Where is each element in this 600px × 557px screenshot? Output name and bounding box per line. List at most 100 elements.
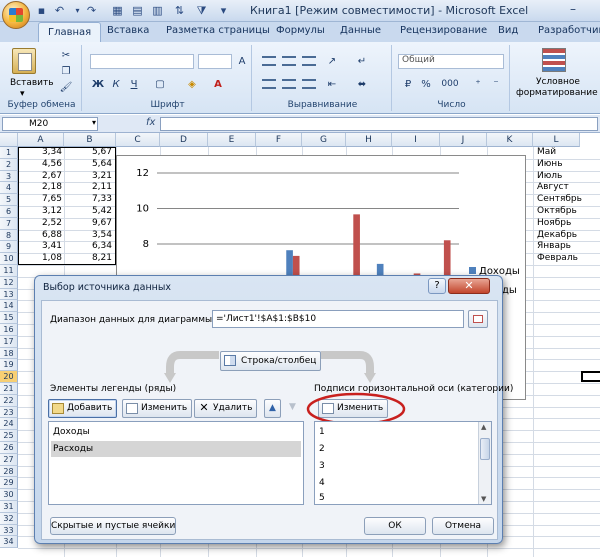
row-header-24[interactable]: 24: [0, 418, 18, 431]
column-header-K[interactable]: K: [487, 133, 533, 147]
axis-item[interactable]: 5: [317, 490, 477, 506]
grid-icon[interactable]: ▤: [130, 3, 145, 18]
row-header-34[interactable]: 34: [0, 536, 18, 549]
help-button[interactable]: ?: [428, 278, 446, 294]
tab-page-layout[interactable]: Разметка страницы: [166, 25, 270, 36]
row-header-12[interactable]: 12: [0, 276, 18, 289]
qat-customize-icon[interactable]: ▾: [216, 3, 231, 18]
column-header-L[interactable]: L: [533, 133, 580, 147]
undo-dropdown-icon[interactable]: ▾: [70, 3, 85, 18]
axis-item[interactable]: 2: [317, 441, 477, 457]
axis-item[interactable]: 1: [317, 424, 477, 440]
column-header-E[interactable]: E: [208, 133, 256, 147]
tab-developer[interactable]: Разработчик: [538, 25, 600, 36]
edit-series-button[interactable]: Изменить: [122, 399, 193, 418]
column-header-H[interactable]: H: [346, 133, 392, 147]
column-header-J[interactable]: J: [440, 133, 487, 147]
hidden-empty-cells-button[interactable]: Скрытые и пустые ячейки: [50, 517, 176, 535]
cell-L10[interactable]: Февраль: [537, 253, 578, 263]
increase-decimal-icon[interactable]: ⁺: [470, 77, 486, 92]
move-up-icon[interactable]: ▲: [264, 399, 281, 418]
cell-L5[interactable]: Сентябрь: [537, 194, 582, 204]
align-top-icon[interactable]: [262, 56, 276, 66]
indent-icon[interactable]: ⇤: [324, 77, 340, 92]
row-header-21[interactable]: 21: [0, 383, 18, 395]
grow-font-icon[interactable]: A: [234, 54, 250, 69]
fill-color-icon[interactable]: ◈: [184, 77, 200, 92]
tab-view[interactable]: Вид: [498, 25, 518, 36]
cancel-button[interactable]: Отмена: [432, 517, 494, 535]
tab-formulas[interactable]: Формулы: [276, 25, 325, 36]
row-header-30[interactable]: 30: [0, 489, 18, 501]
move-down-icon[interactable]: ▼: [284, 399, 301, 418]
row-header-26[interactable]: 26: [0, 442, 18, 454]
copy-icon[interactable]: ❐: [58, 64, 74, 79]
name-box-dropdown-icon[interactable]: ▾: [92, 118, 96, 127]
align-left-icon[interactable]: [262, 79, 276, 89]
percent-button[interactable]: %: [418, 77, 434, 92]
align-right-icon[interactable]: [302, 79, 316, 89]
row-header-15[interactable]: 15: [0, 312, 18, 324]
cut-icon[interactable]: ✂: [58, 48, 74, 63]
column-header-A[interactable]: A: [18, 133, 64, 147]
column-header-B[interactable]: B: [64, 133, 116, 147]
column-header-D[interactable]: D: [160, 133, 208, 147]
row-header-11[interactable]: 11: [0, 265, 18, 277]
collapse-dialog-button[interactable]: [468, 310, 488, 328]
cond-format-label-1[interactable]: Условное: [536, 77, 580, 87]
tab-insert[interactable]: Вставка: [107, 25, 149, 36]
axis-list-scrollbar[interactable]: ▲ ▼: [478, 422, 491, 504]
cell-L2[interactable]: Июнь: [537, 159, 563, 169]
cell-L9[interactable]: Январь: [537, 241, 571, 251]
paste-label[interactable]: Вставить: [10, 78, 54, 88]
align-center-icon[interactable]: [282, 79, 296, 89]
active-cell[interactable]: [581, 371, 600, 382]
scroll-thumb[interactable]: [480, 438, 490, 460]
tab-review[interactable]: Рецензирование: [400, 25, 487, 36]
add-series-button[interactable]: Добавить: [48, 399, 118, 418]
row-header-29[interactable]: 29: [0, 477, 18, 490]
tab-home[interactable]: Главная: [38, 22, 102, 43]
format-painter-icon[interactable]: 🖌: [58, 80, 74, 95]
cell-L4[interactable]: Август: [537, 182, 569, 192]
row-header-25[interactable]: 25: [0, 430, 18, 442]
sort-icon[interactable]: ⇅: [172, 3, 187, 18]
orientation-icon[interactable]: ↗: [324, 54, 340, 69]
borders-icon[interactable]: ▢: [152, 77, 168, 92]
font-size-combo[interactable]: [198, 54, 232, 69]
quick-chart-icon[interactable]: ▦: [110, 3, 125, 18]
cell-L6[interactable]: Октябрь: [537, 206, 577, 216]
axis-item[interactable]: 4: [317, 475, 477, 491]
font-name-combo[interactable]: [90, 54, 194, 69]
italic-button[interactable]: К: [108, 77, 124, 92]
row-header-27[interactable]: 27: [0, 453, 18, 466]
row-header-18[interactable]: 18: [0, 347, 18, 360]
column-header-I[interactable]: I: [392, 133, 440, 147]
bold-button[interactable]: Ж: [90, 77, 106, 92]
row-header-33[interactable]: 33: [0, 524, 18, 537]
insert-function-icon[interactable]: fx: [146, 117, 155, 128]
underline-button[interactable]: Ч: [126, 77, 142, 92]
office-button[interactable]: [2, 1, 30, 29]
switch-row-column-button[interactable]: Строка/столбец: [220, 351, 322, 371]
decrease-decimal-icon[interactable]: ⁻: [488, 77, 504, 92]
range-input[interactable]: ='Лист1'!$A$1:$B$10: [212, 310, 464, 328]
row-header-13[interactable]: 13: [0, 288, 18, 301]
table-icon[interactable]: ▥: [150, 3, 165, 18]
currency-button[interactable]: ₽: [400, 77, 416, 92]
row-header-23[interactable]: 23: [0, 406, 18, 419]
align-middle-icon[interactable]: [282, 56, 296, 66]
cell-L1[interactable]: Май: [537, 147, 556, 157]
formula-input[interactable]: [160, 117, 598, 131]
column-header-C[interactable]: C: [116, 133, 160, 147]
column-header-F[interactable]: F: [256, 133, 302, 147]
close-button[interactable]: ✕: [448, 278, 490, 294]
column-header-G[interactable]: G: [302, 133, 346, 147]
name-box[interactable]: M20: [2, 117, 98, 131]
select-all-corner[interactable]: [0, 133, 18, 147]
row-header-32[interactable]: 32: [0, 512, 18, 525]
series-item-expenses[interactable]: Расходы: [51, 441, 301, 457]
cond-format-label-2[interactable]: форматирование: [516, 88, 598, 98]
scroll-up-icon[interactable]: ▲: [481, 423, 486, 431]
merge-icon[interactable]: ⬌: [354, 77, 370, 92]
